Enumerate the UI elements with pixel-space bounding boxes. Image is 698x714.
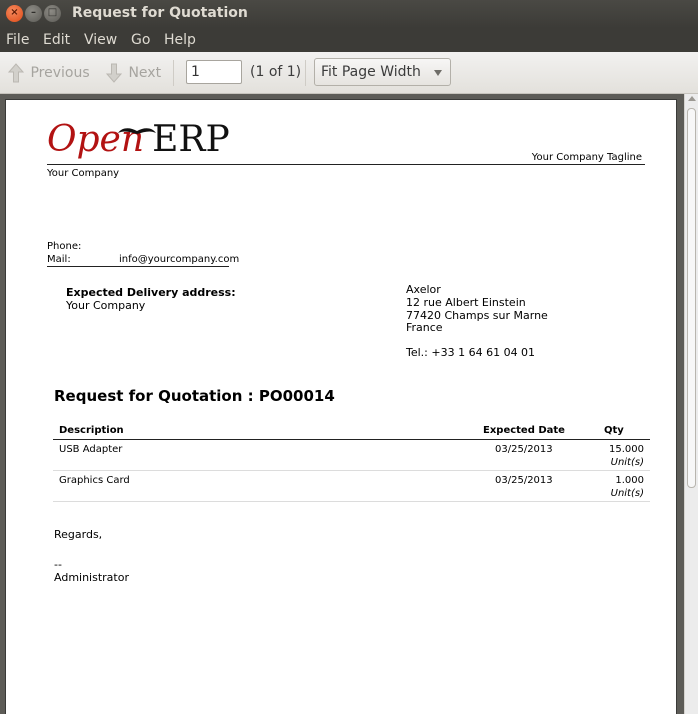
header-divider	[47, 164, 645, 165]
supplier-tel: Tel.: +33 1 64 61 04 01	[406, 346, 536, 359]
toolbar-separator	[173, 60, 174, 86]
chevron-down-icon	[434, 70, 442, 76]
col-header-description: Description	[59, 425, 124, 436]
scrollbar-thumb[interactable]	[687, 108, 696, 488]
document-viewport[interactable]: Open ERP Your Company Tagline Your Compan…	[0, 94, 698, 714]
signature-separator: --	[54, 558, 62, 571]
signer-name: Administrator	[54, 571, 129, 584]
window-close-button[interactable]: ×	[6, 5, 23, 22]
document-page: Open ERP Your Company Tagline Your Compan…	[5, 99, 677, 714]
page-number-input[interactable]	[186, 60, 242, 84]
company-tagline: Your Company Tagline	[531, 152, 642, 163]
closing-regards: Regards,	[54, 528, 103, 541]
menu-edit[interactable]: Edit	[43, 32, 70, 48]
row-unit: Unit(s)	[610, 457, 644, 468]
row-description: Graphics Card	[59, 475, 130, 486]
phone-label: Phone:	[47, 241, 82, 252]
mail-value: info@yourcompany.com	[119, 254, 240, 265]
col-header-expected-date: Expected Date	[483, 425, 565, 436]
previous-label: Previous	[30, 65, 90, 81]
row-qty: 1.000	[615, 475, 644, 486]
row-date: 03/25/2013	[495, 475, 553, 486]
window-maximize-button[interactable]: □	[44, 5, 61, 22]
delivery-address-title: Expected Delivery address:	[66, 286, 236, 299]
delivery-address-name: Your Company	[66, 299, 146, 312]
next-button[interactable]: Next	[104, 62, 161, 84]
mail-row: Mail: info@yourcompany.com	[47, 254, 239, 267]
supplier-country: France	[406, 321, 443, 334]
row-unit: Unit(s)	[610, 488, 644, 499]
window-titlebar: × – □ Request for Quotation	[0, 0, 698, 28]
row-date: 03/25/2013	[495, 444, 553, 455]
table-row: USB Adapter 03/25/2013 15.000 Unit(s)	[53, 440, 650, 471]
mustache-icon	[118, 128, 156, 134]
supplier-name: Axelor	[406, 283, 441, 296]
toolbar-separator	[305, 60, 306, 86]
window-title: Request for Quotation	[72, 5, 248, 21]
scroll-up-arrow-icon[interactable]	[688, 96, 696, 101]
row-description: USB Adapter	[59, 444, 123, 455]
menu-go[interactable]: Go	[131, 32, 150, 48]
company-logo: Open ERP	[47, 120, 230, 160]
document-title: Request for Quotation : PO00014	[54, 387, 335, 405]
vertical-scrollbar[interactable]	[684, 94, 698, 714]
company-name: Your Company	[47, 168, 120, 179]
logo-erp-text: ERP	[152, 119, 230, 160]
arrow-up-icon	[7, 63, 25, 83]
window-minimize-button[interactable]: –	[25, 5, 42, 22]
table-row: Graphics Card 03/25/2013 1.000 Unit(s)	[53, 471, 650, 502]
arrow-down-icon	[105, 63, 123, 83]
menu-file[interactable]: File	[6, 32, 29, 48]
mail-label: Mail:	[47, 254, 71, 265]
col-header-qty: Qty	[604, 425, 624, 436]
row-qty: 15.000	[609, 444, 644, 455]
previous-button[interactable]: Previous	[6, 62, 90, 84]
supplier-street: 12 rue Albert Einstein	[406, 296, 526, 309]
page-count-label: (1 of 1)	[250, 64, 302, 80]
menu-view[interactable]: View	[84, 32, 117, 48]
menu-bar: File Edit View Go Help	[0, 28, 698, 52]
zoom-select-value: Fit Page Width	[321, 64, 421, 80]
zoom-select[interactable]: Fit Page Width	[314, 58, 451, 86]
next-label: Next	[128, 65, 162, 81]
menu-help[interactable]: Help	[164, 32, 196, 48]
